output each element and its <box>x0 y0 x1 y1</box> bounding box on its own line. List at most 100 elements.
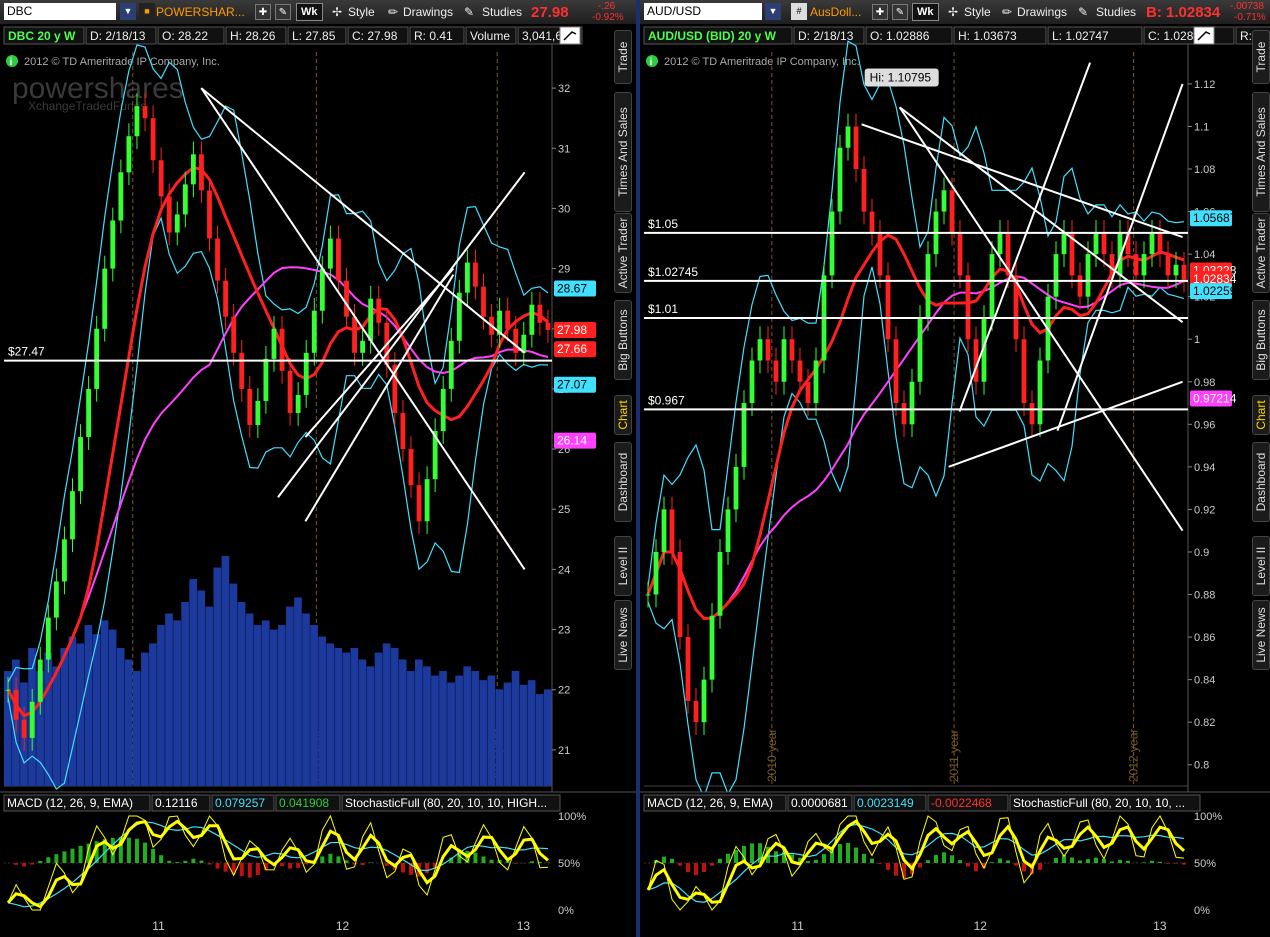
time-axis <box>640 914 1270 937</box>
macd-tick-label: 50% <box>1194 858 1216 870</box>
drawings-menu[interactable]: Drawings <box>1017 5 1067 19</box>
sidetab-trade[interactable]: Trade <box>614 30 632 84</box>
sidetab-trade[interactable]: Trade <box>1252 30 1270 84</box>
volume-bar <box>463 666 472 786</box>
price-badge-label: 1.05687 <box>1193 211 1237 225</box>
drawings-menu[interactable]: Drawings <box>403 5 453 19</box>
candle-body <box>400 412 406 450</box>
sidetab-live-news[interactable]: Live News <box>1252 600 1270 670</box>
sidetab-active-trader[interactable]: Active Trader <box>614 213 632 293</box>
sidetab-label: Active Trader <box>616 217 630 289</box>
candle-body <box>901 403 907 425</box>
studies-menu[interactable]: Studies <box>1096 5 1136 19</box>
style-menu[interactable]: Style <box>964 5 991 19</box>
candle-body <box>53 581 59 618</box>
aggregation-button[interactable]: Wk <box>912 3 939 21</box>
volume-bar <box>447 682 455 786</box>
candle-body <box>741 403 747 467</box>
hash-icon[interactable]: # <box>791 3 807 20</box>
volume-bar <box>60 648 69 786</box>
candle-body <box>1133 254 1139 276</box>
symbol-dropdown-icon[interactable]: ▼ <box>765 3 781 20</box>
volume-bar <box>294 597 302 786</box>
candle-body <box>685 637 691 701</box>
level-label: $27.47 <box>8 345 45 359</box>
info-title: DBC 20 y W <box>8 29 76 43</box>
drawings-icon[interactable]: ✏ <box>1002 5 1012 19</box>
candle-body <box>190 154 196 185</box>
candle-body <box>513 328 519 353</box>
sidetab-chart[interactable]: Chart <box>1252 395 1270 435</box>
sidetab-big-buttons[interactable]: Big Buttons <box>614 300 632 380</box>
volume-bar <box>84 625 93 786</box>
candle-body <box>45 617 51 660</box>
studies-icon[interactable]: ✎ <box>1078 5 1088 19</box>
sidetab-big-buttons[interactable]: Big Buttons <box>1252 300 1270 380</box>
sidetab-label: Dashboard <box>1254 452 1268 512</box>
macd-info-3: 0.041908 <box>279 796 329 810</box>
symbol-input[interactable]: DBC <box>4 3 116 20</box>
aggregation-button[interactable]: Wk <box>296 3 323 21</box>
level-label: $1.05 <box>648 217 678 231</box>
candle-body <box>529 304 535 335</box>
crosshair-icon[interactable]: ✚ <box>872 4 888 20</box>
volume-bar <box>423 666 431 786</box>
drawings-icon[interactable]: ✏ <box>388 5 398 19</box>
symbol-input[interactable]: AUD/USD <box>644 3 762 20</box>
volume-bar <box>350 648 359 786</box>
trendline <box>1056 83 1184 432</box>
volume-bar <box>302 613 310 786</box>
candle-body <box>1093 232 1099 255</box>
candle-body <box>781 339 787 382</box>
candle-body <box>765 339 771 361</box>
volume-bar <box>92 634 101 786</box>
sidetab-times-and-sales[interactable]: Times And Sales <box>614 92 632 212</box>
volume-bar <box>519 684 528 786</box>
sidetab-dashboard[interactable]: Dashboard <box>614 442 632 522</box>
symbol-dropdown-icon[interactable]: ▼ <box>120 3 136 20</box>
volume-bar <box>334 648 343 786</box>
candle-body <box>215 238 220 281</box>
volume-bar <box>173 620 181 786</box>
candle-body <box>311 310 317 353</box>
candle-body <box>102 268 108 329</box>
candle-body <box>231 316 237 353</box>
volume-bar <box>487 675 496 786</box>
candle-body <box>263 358 269 401</box>
macd-info-4: StochasticFull (80, 20, 10, 10, HIGH... <box>345 796 547 810</box>
right-chart-canvas[interactable]: AUD/USD (BID) 20 y W D: 2/18/13 O: 1.02886… <box>640 24 1270 937</box>
candle-body <box>1053 254 1059 297</box>
wrench-icon[interactable]: ✎ <box>275 4 291 20</box>
volume-bar <box>229 583 238 786</box>
studies-menu[interactable]: Studies <box>482 5 522 19</box>
candle-body <box>295 394 301 413</box>
candle-body <box>21 719 27 738</box>
macd-info-2: 0.079257 <box>215 796 265 810</box>
sidetab-chart[interactable]: Chart <box>614 395 632 435</box>
price-tick-label: 1.1 <box>1194 121 1209 133</box>
style-icon[interactable]: ✢ <box>332 5 342 19</box>
sidetab-label: Trade <box>616 41 630 73</box>
sidetab-dashboard[interactable]: Dashboard <box>1252 442 1270 522</box>
volume-bar <box>390 648 399 786</box>
candle-body <box>805 381 811 404</box>
info-vol_label: Volume <box>470 29 510 43</box>
candle-body <box>13 689 19 720</box>
candle-body <box>909 381 915 425</box>
style-menu[interactable]: Style <box>348 5 375 19</box>
sidetab-level-ii[interactable]: Level II <box>614 536 632 596</box>
crosshair-icon[interactable]: ✚ <box>255 4 271 20</box>
sidetab-times-and-sales[interactable]: Times And Sales <box>1252 92 1270 212</box>
time-axis <box>0 914 636 937</box>
volume-bar <box>132 671 141 786</box>
sidetab-active-trader[interactable]: Active Trader <box>1252 213 1270 293</box>
sidetab-level-ii[interactable]: Level II <box>1252 536 1270 596</box>
wrench-icon[interactable]: ✎ <box>892 4 908 20</box>
left-chart-canvas[interactable]: DBC 20 y W D: 2/18/13 O: 28.22 H: 28.26 L: 2… <box>0 24 636 937</box>
studies-icon[interactable]: ✎ <box>464 5 474 19</box>
style-icon[interactable]: ✢ <box>948 5 958 19</box>
link-icon[interactable]: ■ <box>139 3 155 20</box>
level-label: $1.02745 <box>648 265 698 279</box>
sidetab-live-news[interactable]: Live News <box>614 600 632 670</box>
price-tick-label: 21 <box>558 745 570 757</box>
